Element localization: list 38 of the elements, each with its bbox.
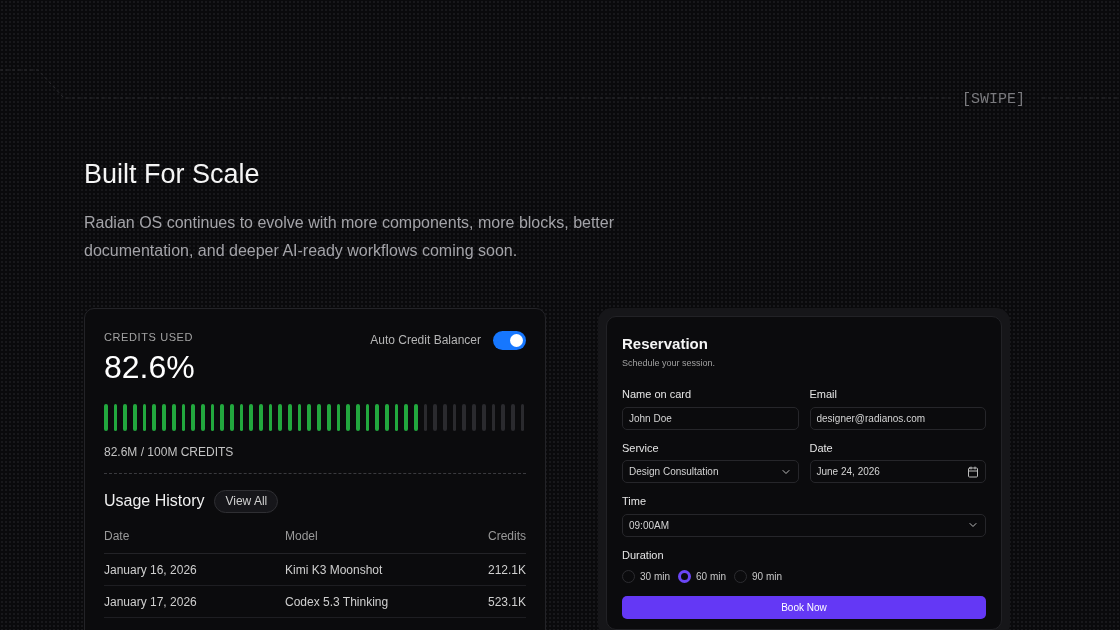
field-label: Time — [622, 494, 648, 509]
radio-label: 30 min — [640, 570, 670, 584]
input-field[interactable]: designer@radianos.com — [809, 406, 986, 430]
reservation-title: Reservation — [622, 334, 709, 353]
table-cell-text: Kimi K3 Moonshot — [285, 561, 384, 579]
credits-usage: 82.6M / 100M CREDITS — [104, 444, 235, 461]
select-field[interactable]: 09:00AM — [622, 513, 986, 537]
field-label: Email — [809, 387, 838, 402]
credits-percent: 82.6% — [104, 348, 195, 387]
column-header: Date — [104, 528, 131, 545]
field-label: Name on card — [622, 387, 693, 402]
swipe-label: [SWIPE] — [962, 90, 1025, 110]
field-label: Service — [622, 440, 660, 456]
view-all-button[interactable]: View All — [214, 489, 279, 513]
toggle-label: Auto Credit Balancer — [370, 332, 481, 349]
toggle-switch[interactable] — [493, 330, 526, 350]
table-cell-text: 523.1K — [487, 593, 526, 611]
radio-button[interactable] — [678, 570, 691, 583]
table-cell-text: January 16, 2026 — [104, 561, 198, 579]
reservation-subtitle: Schedule your session. — [622, 356, 717, 370]
input-field[interactable]: John Doe — [622, 406, 799, 430]
column-header: Model — [285, 528, 319, 545]
column-header: Credits — [488, 528, 526, 545]
field-label: Duration — [622, 547, 665, 563]
radio-label: 60 min — [696, 570, 727, 584]
field-label: Date — [809, 440, 834, 456]
date-field[interactable]: June 24, 2026 — [809, 460, 986, 483]
calendar-icon — [967, 465, 979, 478]
radio-label: 90 min — [752, 570, 783, 584]
history-title: Usage History — [104, 491, 205, 511]
book-now-button[interactable]: Book Now — [622, 596, 986, 619]
select-field[interactable]: Design Consultation — [622, 460, 799, 483]
table-cell-text: 212.1K — [487, 561, 526, 579]
section-title: Built For Scale — [84, 158, 261, 191]
credits-label: CREDITS USED — [104, 329, 195, 345]
table-cell-text: Codex 5.3 Thinking — [285, 593, 390, 611]
table-cell-text: January 17, 2026 — [104, 593, 198, 611]
section-description: Radian OS continues to evolve with more components, more blocks, better documentation, and deeper AI-ready workflows coming soon. — [84, 212, 616, 261]
